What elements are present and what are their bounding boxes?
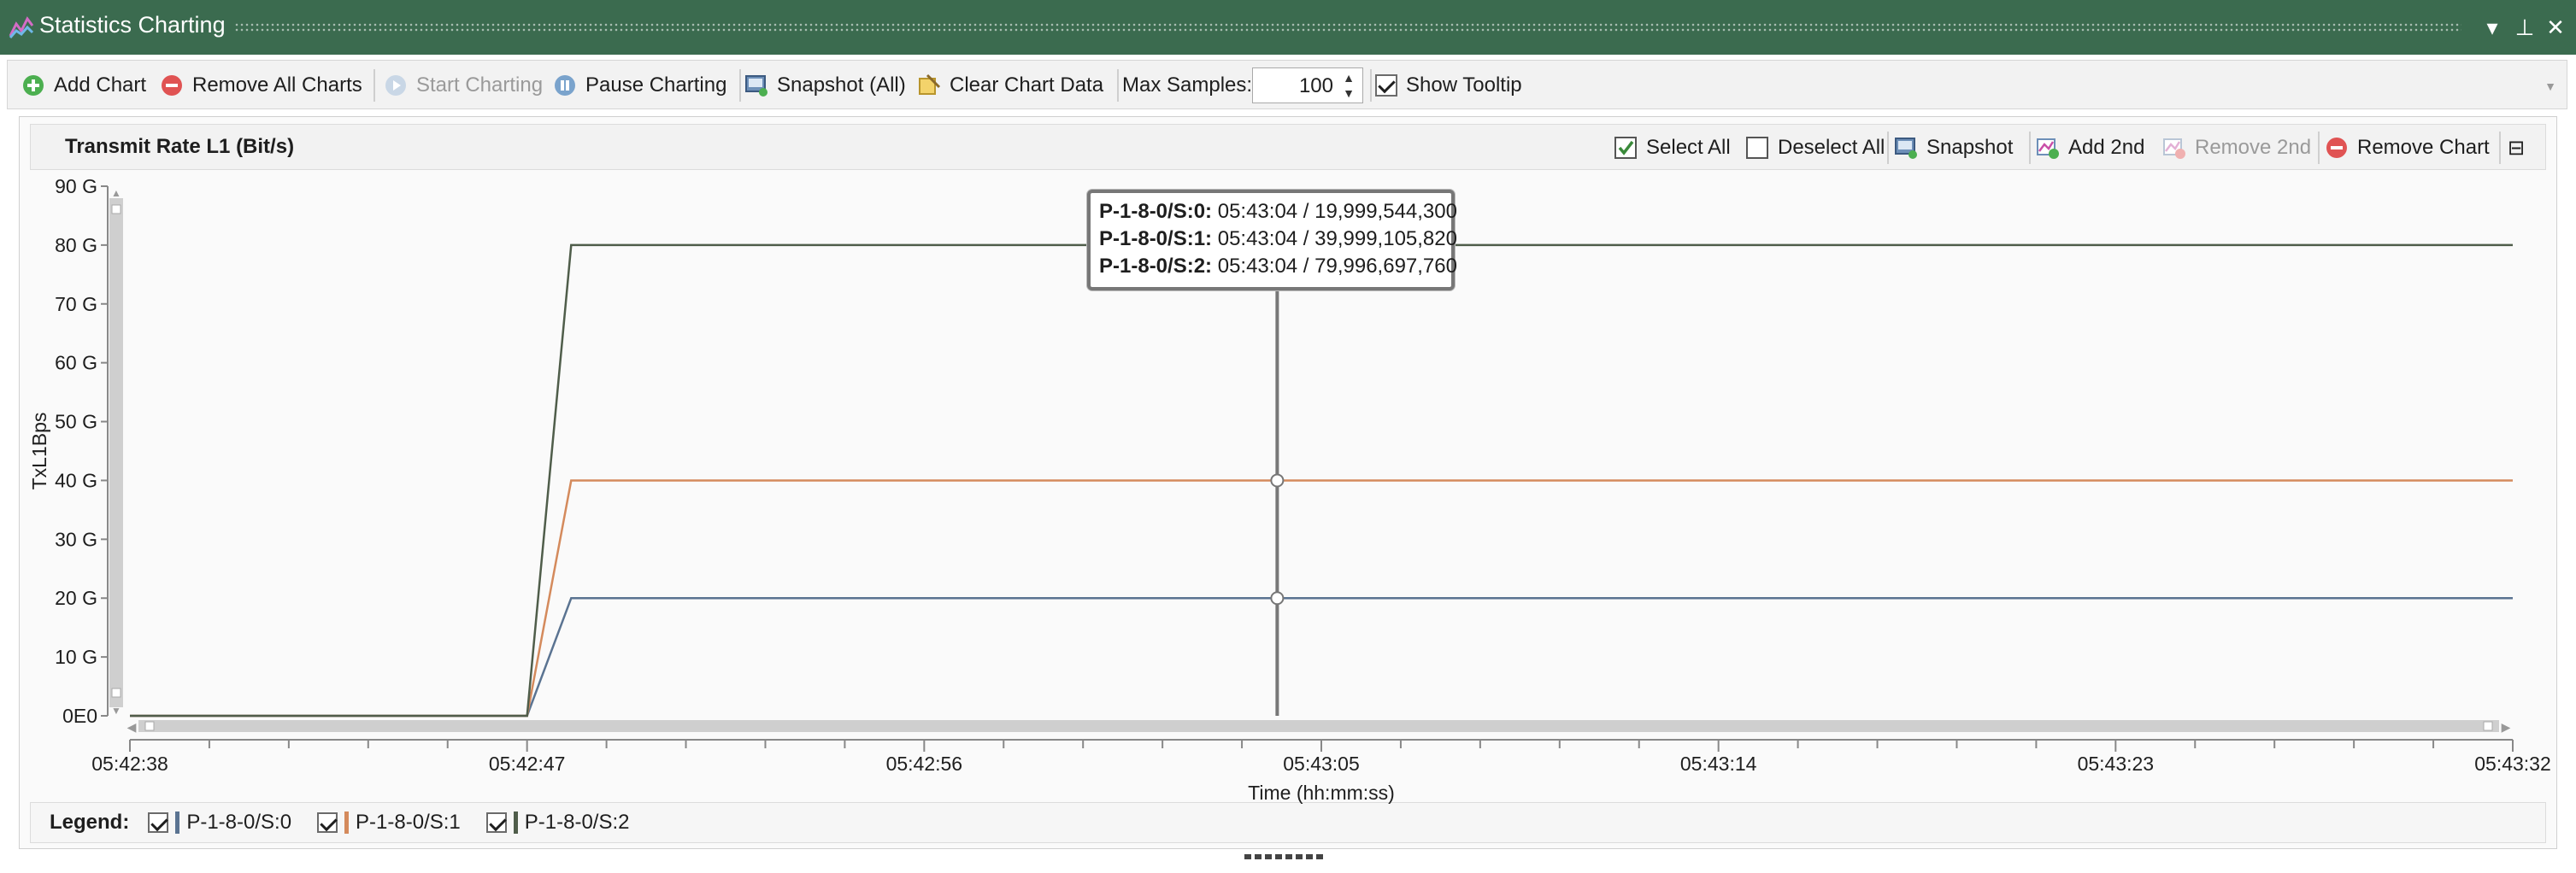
y-tick-label: 90 G [55, 175, 97, 197]
vscroll-up-icon[interactable]: ▲ [111, 187, 121, 199]
x-axis-title: Time (hh:mm:ss) [1248, 782, 1395, 804]
y-tick-label: 20 G [55, 587, 97, 609]
data-tooltip: P-1-8-0/S:0: 05:43:04 / 19,999,544,300 P… [1087, 190, 1457, 290]
hscroll-right-icon[interactable]: ▶ [2502, 720, 2511, 734]
tooltip-s0-label: P-1-8-0/S:0: [1099, 200, 1213, 223]
vscroll-top-thumb[interactable] [111, 204, 121, 214]
x-tick-label: 05:42:47 [489, 753, 566, 775]
y-tick-label: 40 G [55, 469, 97, 491]
tooltip-s1-label: P-1-8-0/S:1: [1099, 227, 1213, 250]
y-tick-label: 80 G [55, 234, 97, 256]
vscroll-bottom-thumb[interactable] [111, 688, 121, 698]
dock-resize-grip[interactable] [1244, 854, 1325, 859]
tooltip-row-s1: P-1-8-0/S:1: 05:43:04 / 39,999,105,820 [1099, 226, 1457, 253]
vscroll-down-icon[interactable]: ▼ [111, 705, 121, 717]
y-axis-title: TxL1Bps [28, 413, 50, 490]
tooltip-row-s0: P-1-8-0/S:0: 05:43:04 / 19,999,544,300 [1099, 198, 1457, 226]
y-tick-label: 10 G [55, 646, 97, 668]
hscroll-right-thumb[interactable] [2483, 721, 2493, 731]
x-tick-label: 05:42:56 [886, 753, 963, 775]
y-tick-label: 30 G [55, 528, 97, 550]
cursor-marker-s1 [1270, 473, 1285, 488]
hscroll-left-thumb[interactable] [144, 721, 155, 731]
y-tick-label: 60 G [55, 352, 97, 374]
tooltip-s2-value: 05:43:04 / 79,996,697,760 [1217, 255, 1457, 278]
y-tick-label: 70 G [55, 293, 97, 315]
x-tick-label: 05:43:23 [2078, 753, 2155, 775]
cursor-marker-s0 [1270, 591, 1285, 606]
horizontal-scrollbar[interactable] [138, 720, 2499, 732]
chart-plot[interactable]: ▲ ▼ ◀ ▶ 0E0 10 G 20 G 30 G 40 G 50 G 60 G 70 G 8… [0, 0, 2576, 873]
x-tick-label: 05:42:38 [91, 753, 168, 775]
hscroll-left-icon[interactable]: ◀ [127, 720, 137, 734]
tooltip-s1-value: 05:43:04 / 39,999,105,820 [1217, 227, 1457, 250]
x-tick-label: 05:43:14 [1680, 753, 1757, 775]
x-tick-label: 05:43:32 [2474, 753, 2551, 775]
x-tick-label: 05:43:05 [1283, 753, 1360, 775]
y-tick-label: 50 G [55, 411, 97, 433]
vertical-scrollbar[interactable] [109, 198, 123, 707]
tooltip-s0-value: 05:43:04 / 19,999,544,300 [1217, 200, 1457, 223]
y-tick-label: 0E0 [62, 705, 97, 727]
tooltip-row-s2: P-1-8-0/S:2: 05:43:04 / 79,996,697,760 [1099, 253, 1457, 280]
tooltip-s2-label: P-1-8-0/S:2: [1099, 255, 1213, 278]
series-line-s0[interactable] [130, 596, 2513, 718]
